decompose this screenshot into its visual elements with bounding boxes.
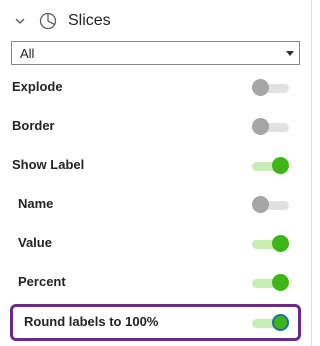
explode-label: Explode	[12, 79, 63, 94]
row-round-labels: Round labels to 100%	[0, 307, 300, 337]
row-percent: Percent	[0, 267, 300, 297]
row-name: Name	[0, 189, 300, 219]
percent-toggle[interactable]	[252, 274, 289, 291]
border-label: Border	[12, 118, 55, 133]
toggle-knob	[252, 79, 269, 96]
toggle-knob	[272, 314, 289, 331]
show-label-label: Show Label	[12, 157, 85, 172]
pie-chart-icon	[39, 12, 57, 30]
name-toggle[interactable]	[252, 196, 289, 213]
section-title: Slices	[68, 12, 111, 29]
row-value: Value	[0, 228, 300, 258]
slices-dropdown[interactable]: All	[11, 41, 300, 65]
chevron-down-icon[interactable]	[14, 15, 26, 27]
round-labels-toggle[interactable]	[252, 314, 289, 331]
border-toggle[interactable]	[252, 118, 289, 135]
show-label-toggle[interactable]	[252, 157, 289, 174]
toggle-knob	[272, 157, 289, 174]
row-border: Border	[0, 111, 300, 141]
slices-section-header[interactable]: Slices	[0, 6, 300, 36]
value-toggle[interactable]	[252, 235, 289, 252]
toggle-knob	[252, 118, 269, 135]
toggle-knob	[252, 196, 269, 213]
percent-label: Percent	[18, 274, 66, 289]
name-label: Name	[18, 196, 54, 211]
row-show-label: Show Label	[0, 150, 300, 180]
panel-divider	[311, 0, 312, 346]
row-explode: Explode	[0, 72, 300, 102]
toggle-knob	[272, 274, 289, 291]
dropdown-selected-value: All	[20, 46, 35, 61]
explode-toggle[interactable]	[252, 79, 289, 96]
toggle-knob	[272, 235, 289, 252]
round-labels-label: Round labels to 100%	[24, 314, 159, 329]
caret-down-icon	[286, 51, 294, 56]
value-label: Value	[18, 235, 52, 250]
